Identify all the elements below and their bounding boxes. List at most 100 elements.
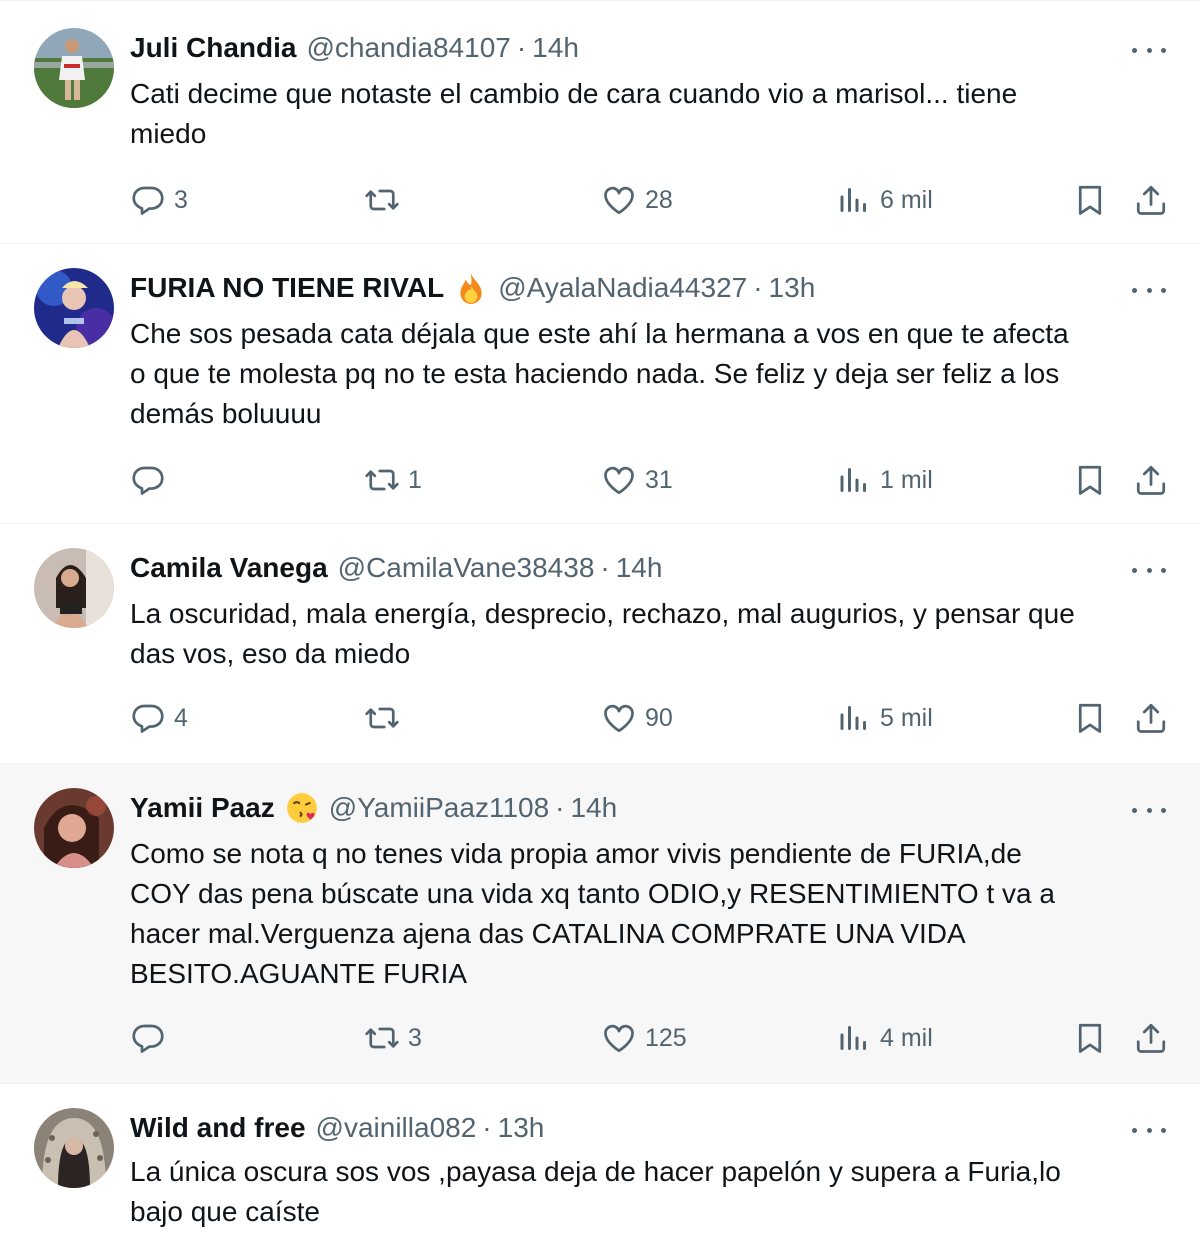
more-options-icon[interactable] — [1132, 1120, 1166, 1140]
avatar[interactable] — [34, 268, 114, 348]
tweet-text: Cati decime que notaste el cambio de car… — [130, 74, 1170, 154]
like-count: 90 — [645, 703, 673, 732]
kissing-face-emoji — [286, 793, 317, 823]
heart-icon — [601, 1020, 637, 1056]
fire-emoji — [460, 273, 482, 304]
reply-count: 4 — [174, 703, 188, 732]
retweet-button[interactable] — [364, 700, 408, 736]
retweet-icon — [364, 462, 400, 498]
timestamp[interactable]: 13h — [769, 272, 816, 304]
timestamp[interactable]: 14h — [570, 792, 617, 824]
user-handle[interactable]: @vainilla082 — [316, 1112, 477, 1144]
avatar[interactable] — [34, 28, 114, 108]
retweet-count: 1 — [408, 465, 422, 494]
reply-button[interactable]: 4 — [130, 700, 188, 736]
view-count: 4 mil — [880, 1023, 933, 1052]
tweet-text-line: demás boluuuu — [130, 398, 322, 429]
avatar[interactable] — [34, 788, 114, 868]
retweet-icon — [364, 1020, 400, 1056]
reply-icon — [130, 182, 166, 218]
views-button[interactable]: 4 mil — [836, 1020, 933, 1056]
tweet-text-line: La oscuridad, mala energía, desprecio, r… — [130, 598, 1075, 629]
display-name[interactable]: Camila Vanega — [130, 552, 328, 584]
heart-icon — [601, 462, 637, 498]
tweet-text: La oscuridad, mala energía, desprecio, r… — [130, 594, 1170, 674]
tweet-text-line: miedo — [130, 118, 207, 149]
retweet-button[interactable] — [364, 182, 408, 218]
tweet-text-line: das vos, eso da miedo — [130, 638, 411, 669]
separator-dot: · — [753, 272, 763, 303]
display-name[interactable]: Juli Chandia — [130, 32, 296, 64]
share-icon[interactable] — [1133, 182, 1169, 218]
timestamp[interactable]: 14h — [532, 32, 579, 64]
avatar[interactable] — [34, 1108, 114, 1188]
view-count: 1 mil — [880, 465, 933, 494]
heart-icon — [601, 182, 637, 218]
view-count: 6 mil — [880, 185, 933, 214]
tweet-text-line: Che sos pesada cata déjala que este ahí … — [130, 318, 1069, 349]
tweet-text: La única oscura sos vos ,payasa deja de … — [130, 1152, 1170, 1232]
retweet-icon — [364, 182, 400, 218]
user-handle[interactable]: @chandia84107 — [306, 32, 510, 64]
separator-dot: · — [600, 552, 610, 583]
timestamp[interactable]: 14h — [616, 552, 663, 584]
separator-dot: · — [555, 792, 565, 823]
tweet-text: Che sos pesada cata déjala que este ahí … — [130, 314, 1170, 434]
reply-icon — [130, 1020, 166, 1056]
bookmark-icon[interactable] — [1072, 182, 1108, 218]
more-options-icon[interactable] — [1132, 40, 1166, 60]
reply-tweet[interactable]: Camila Vanega @CamilaVane38438 · 14h La … — [0, 524, 1200, 764]
heart-icon — [601, 700, 637, 736]
separator-dot: · — [482, 1112, 492, 1143]
like-button[interactable]: 31 — [601, 462, 673, 498]
tweet-text-line: La única oscura sos vos ,payasa deja de … — [130, 1156, 1061, 1187]
reply-button[interactable]: 3 — [130, 182, 188, 218]
like-button[interactable]: 125 — [601, 1020, 687, 1056]
avatar[interactable] — [34, 548, 114, 628]
reply-count: 3 — [174, 185, 188, 214]
views-icon — [836, 462, 872, 498]
reply-icon — [130, 700, 166, 736]
reply-tweet[interactable]: Yamii Paaz @YamiiPaaz1108 · 14h Como se … — [0, 764, 1200, 1084]
retweet-button[interactable]: 3 — [364, 1020, 422, 1056]
reply-icon — [130, 462, 166, 498]
bookmark-icon[interactable] — [1072, 700, 1108, 736]
user-handle[interactable]: @YamiiPaaz1108 — [329, 792, 549, 824]
like-count: 31 — [645, 465, 673, 494]
views-icon — [836, 182, 872, 218]
more-options-icon[interactable] — [1132, 560, 1166, 580]
reply-tweet[interactable]: Juli Chandia @chandia84107 · 14h Cati de… — [0, 4, 1200, 244]
reply-button[interactable] — [130, 1020, 174, 1056]
separator-dot: · — [516, 32, 527, 63]
more-options-icon[interactable] — [1132, 280, 1166, 300]
share-icon[interactable] — [1133, 1020, 1169, 1056]
reply-tweet[interactable]: Wild and free @vainilla082 · 13h La únic… — [0, 1084, 1200, 1242]
reply-tweet[interactable]: FURIA NO TIENE RIVAL @AyalaNadia44327 · … — [0, 244, 1200, 524]
views-button[interactable]: 5 mil — [836, 700, 933, 736]
timestamp[interactable]: 13h — [498, 1112, 545, 1144]
user-handle[interactable]: @AyalaNadia44327 — [498, 272, 747, 304]
like-button[interactable]: 90 — [601, 700, 673, 736]
retweet-count: 3 — [408, 1023, 422, 1052]
display-name[interactable]: Yamii Paaz — [130, 792, 275, 824]
bookmark-icon[interactable] — [1072, 1020, 1108, 1056]
views-button[interactable]: 1 mil — [836, 462, 933, 498]
tweet-text-line: Cati decime que notaste el cambio de car… — [130, 78, 1018, 109]
retweet-button[interactable]: 1 — [364, 462, 422, 498]
tweet-text-line: bajo que caíste — [130, 1196, 320, 1227]
like-count: 125 — [645, 1023, 687, 1052]
tweet-text-line: COY das pena búscate una vida xq tanto O… — [130, 878, 1055, 909]
reply-button[interactable] — [130, 462, 174, 498]
bookmark-icon[interactable] — [1072, 462, 1108, 498]
display-name[interactable]: FURIA NO TIENE RIVAL — [130, 272, 444, 304]
retweet-icon — [364, 700, 400, 736]
user-handle[interactable]: @CamilaVane38438 — [338, 552, 595, 584]
share-icon[interactable] — [1133, 700, 1169, 736]
display-name[interactable]: Wild and free — [130, 1112, 306, 1144]
tweet-text: Como se nota q no tenes vida propia amor… — [130, 834, 1170, 994]
more-options-icon[interactable] — [1132, 800, 1166, 820]
share-icon[interactable] — [1133, 462, 1169, 498]
tweet-text-line: BESITO.AGUANTE FURIA — [130, 958, 468, 989]
views-button[interactable]: 6 mil — [836, 182, 933, 218]
like-button[interactable]: 28 — [601, 182, 673, 218]
